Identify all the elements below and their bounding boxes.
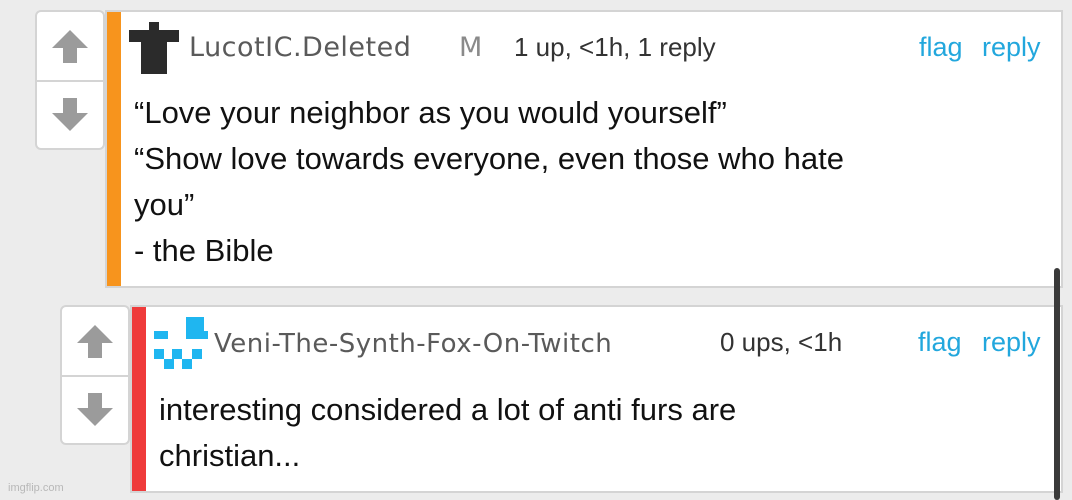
reply-link[interactable]: reply [982, 32, 1041, 63]
comment-author[interactable]: Veni-The-Synth-Fox-On-Twitch [214, 329, 612, 359]
comment-stripe [107, 12, 121, 286]
watermark: imgflip.com [8, 482, 64, 494]
downvote-button[interactable] [37, 80, 103, 148]
reply-link[interactable]: reply [982, 327, 1041, 358]
comment-1: LucotIC.Deleted M 1 up, <1h, 1 reply fla… [105, 10, 1063, 288]
flag-link[interactable]: flag [918, 327, 962, 358]
arrow-down-icon [77, 393, 113, 426]
vote-box-1 [35, 10, 105, 150]
vote-box-2 [60, 305, 130, 445]
comment-stripe [132, 307, 146, 491]
mod-badge: M [459, 32, 483, 63]
scrollbar[interactable] [1054, 268, 1060, 500]
downvote-button[interactable] [62, 375, 128, 443]
arrow-up-icon [77, 325, 113, 358]
comment-meta: 0 ups, <1h [720, 327, 843, 357]
comment-author[interactable]: LucotIC.Deleted [189, 32, 411, 63]
arrow-up-icon [52, 30, 88, 63]
upvote-button[interactable] [62, 307, 128, 375]
comment-2: Veni-The-Synth-Fox-On-Twitch 0 ups, <1h … [130, 305, 1063, 493]
comment-meta: 1 up, <1h, 1 reply [514, 32, 716, 62]
flag-link[interactable]: flag [919, 32, 963, 63]
comment-body: interesting considered a lot of anti fur… [159, 392, 737, 473]
avatar-icon [154, 317, 208, 369]
arrow-down-icon [52, 98, 88, 131]
upvote-button[interactable] [37, 12, 103, 80]
page: { "comments": [ { "author": "LucotIC.Del… [0, 0, 1072, 500]
comment-body: “Love your neighbor as you would yoursel… [134, 95, 844, 268]
avatar-icon [129, 22, 179, 74]
